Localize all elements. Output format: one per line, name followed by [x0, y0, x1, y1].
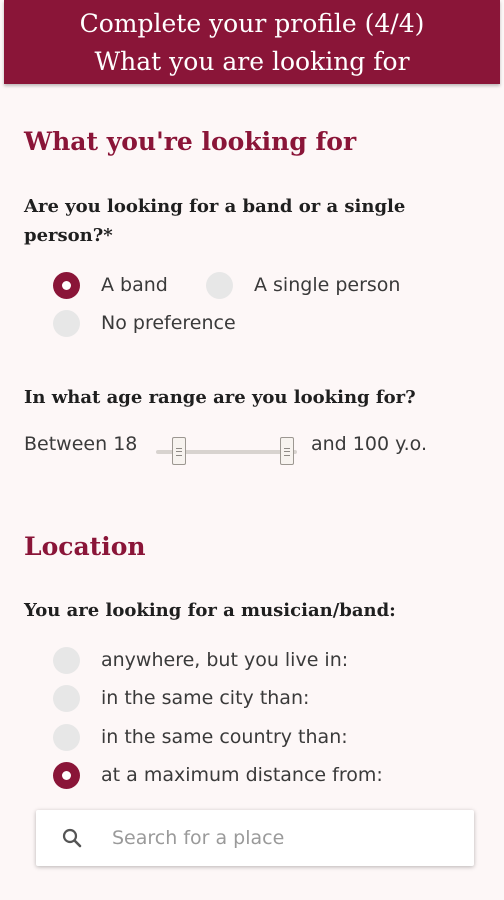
radio-label: in the same country than: [101, 726, 348, 748]
header-title-line1: Complete your profile (4/4) [79, 9, 425, 38]
age-min-value: 18 [113, 433, 138, 455]
radio-label: A band [101, 274, 168, 296]
place-search-input[interactable] [112, 827, 442, 849]
age-range-max-label: and 100 y.o. [311, 433, 427, 455]
radio-indicator[interactable] [53, 646, 80, 674]
age-range-question: In what age range are you looking for? [24, 387, 416, 408]
radio-max-distance[interactable]: at a maximum distance from: [53, 760, 383, 790]
age-range-min-label: Between 18 [24, 433, 137, 455]
radio-label: A single person [254, 274, 401, 296]
radio-indicator-checked[interactable] [53, 271, 80, 299]
radio-indicator[interactable] [53, 309, 80, 337]
search-icon [62, 828, 82, 848]
age-prefix: Between [24, 433, 108, 455]
radio-label: anywhere, but you live in: [101, 649, 349, 671]
radio-indicator[interactable] [53, 723, 80, 751]
radio-indicator-checked[interactable] [53, 761, 80, 789]
radio-no-preference[interactable]: No preference [53, 308, 236, 338]
header-title-line2: What you are looking for [94, 47, 410, 76]
radio-a-band[interactable]: A band [53, 270, 168, 300]
age-max-slider-handle[interactable] [280, 437, 294, 465]
radio-same-country[interactable]: in the same country than: [53, 722, 348, 752]
radio-anywhere[interactable]: anywhere, but you live in: [53, 645, 348, 675]
radio-label: in the same city than: [101, 687, 310, 709]
radio-label: No preference [101, 312, 236, 334]
band-or-person-question: Are you looking for a band or a single p… [24, 196, 406, 246]
radio-same-city[interactable]: in the same city than: [53, 683, 309, 713]
age-min-slider-handle[interactable] [172, 437, 186, 465]
app-header: Complete your profile (4/4) What you are… [4, 0, 500, 84]
radio-indicator[interactable] [53, 684, 80, 712]
radio-indicator[interactable] [206, 271, 233, 299]
place-search-box[interactable] [36, 810, 474, 866]
location-title: Location [24, 532, 146, 561]
radio-label: at a maximum distance from: [101, 764, 383, 786]
looking-for-title: What you're looking for [24, 127, 357, 156]
radio-single-person[interactable]: A single person [206, 270, 400, 300]
location-question: You are looking for a musician/band: [24, 600, 396, 621]
